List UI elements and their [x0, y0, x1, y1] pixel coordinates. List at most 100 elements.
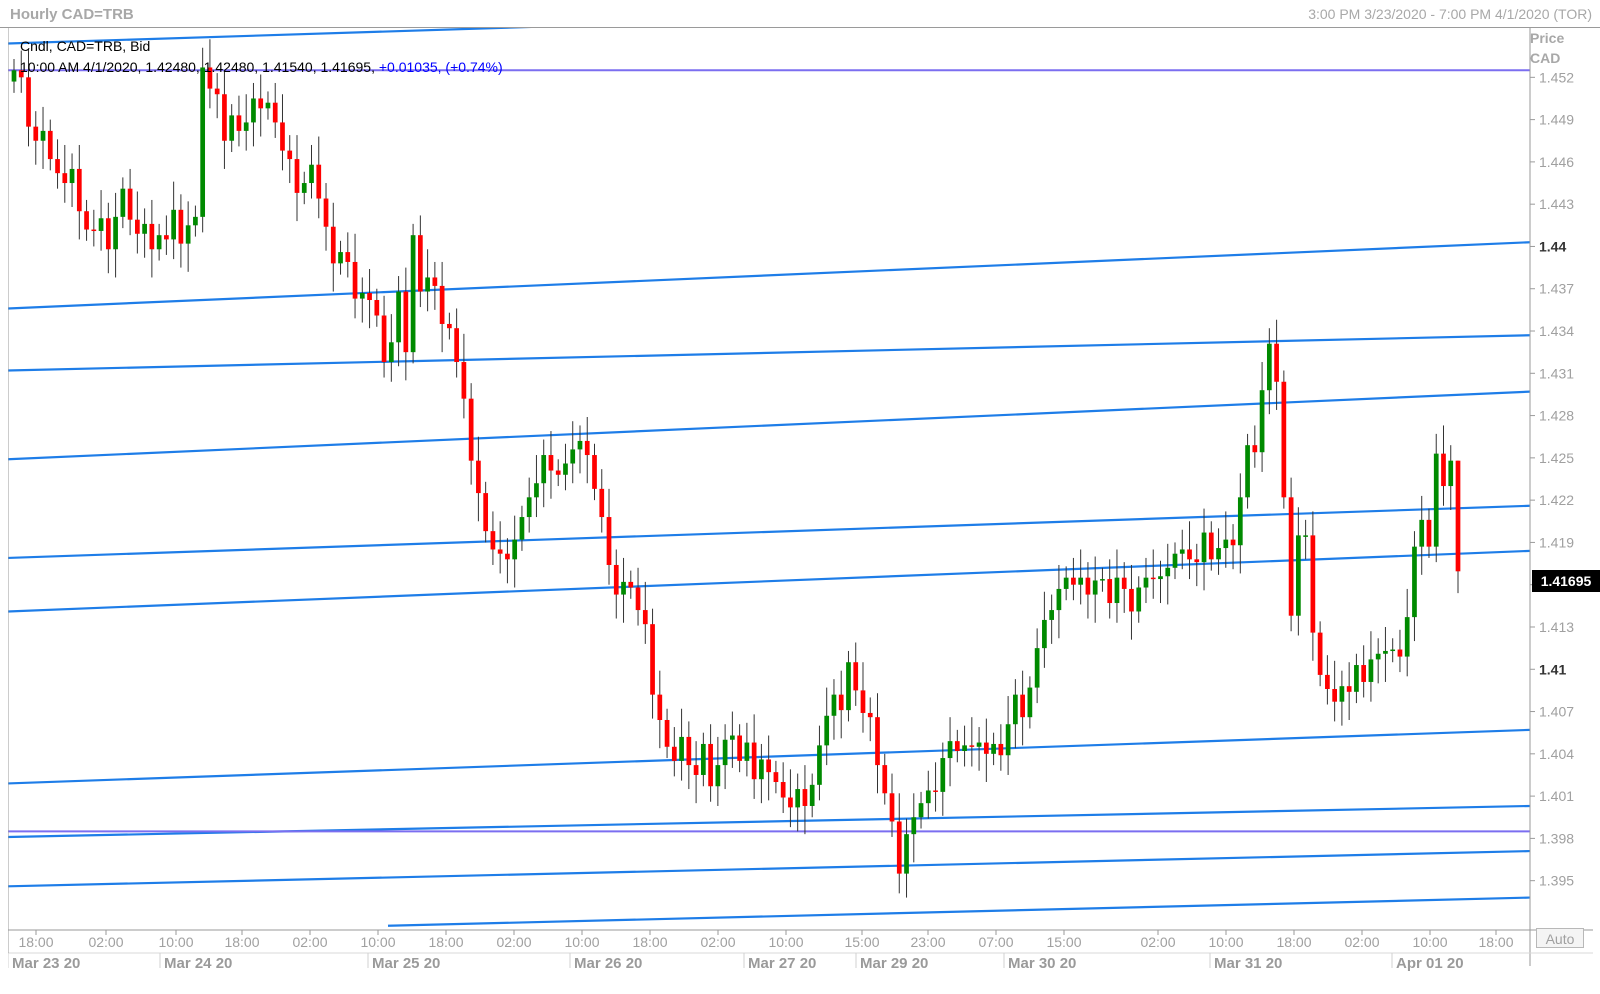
candle-body[interactable]: [91, 229, 97, 232]
candle-body[interactable]: [1455, 460, 1461, 572]
candle-body[interactable]: [1361, 665, 1367, 682]
candle-body[interactable]: [193, 216, 198, 226]
candle-body[interactable]: [875, 717, 880, 766]
candle-body[interactable]: [367, 292, 372, 301]
candle-body[interactable]: [214, 88, 220, 95]
candle-body[interactable]: [853, 662, 859, 691]
candle-body[interactable]: [454, 328, 459, 363]
candle-body[interactable]: [26, 77, 31, 127]
candle-body[interactable]: [860, 690, 866, 713]
candle-body[interactable]: [526, 497, 532, 518]
candle-body[interactable]: [1150, 577, 1156, 580]
candle-body[interactable]: [1078, 577, 1084, 585]
candle-body[interactable]: [817, 745, 822, 785]
candle-body[interactable]: [134, 219, 140, 234]
candle-body[interactable]: [933, 790, 938, 792]
candle-body[interactable]: [947, 741, 953, 759]
candle-body[interactable]: [882, 765, 888, 794]
candle-body[interactable]: [164, 235, 169, 240]
candle-body[interactable]: [265, 102, 271, 109]
candle-body[interactable]: [476, 460, 481, 494]
candle-body[interactable]: [809, 784, 815, 806]
candle-body[interactable]: [251, 98, 256, 123]
candle-body[interactable]: [120, 188, 126, 217]
candle-body[interactable]: [577, 440, 583, 450]
candle-body[interactable]: [185, 225, 191, 244]
candle-body[interactable]: [541, 455, 547, 484]
candle-body[interactable]: [62, 173, 68, 184]
candle-body[interactable]: [1317, 632, 1323, 675]
candle-body[interactable]: [1288, 497, 1294, 616]
candle-body[interactable]: [1165, 567, 1171, 577]
candle-body[interactable]: [388, 342, 394, 363]
trendline[interactable]: [8, 849, 1531, 888]
candle-body[interactable]: [338, 252, 343, 264]
candle-body[interactable]: [222, 94, 227, 141]
candle-body[interactable]: [584, 440, 590, 456]
trendline[interactable]: [8, 390, 1531, 461]
trendline[interactable]: [387, 896, 1531, 927]
candle-body[interactable]: [11, 70, 17, 82]
candle-body[interactable]: [1179, 549, 1185, 554]
candle-body[interactable]: [309, 164, 314, 184]
candle-body[interactable]: [1114, 577, 1120, 604]
candle-body[interactable]: [236, 115, 242, 131]
candle-body[interactable]: [1020, 694, 1025, 718]
candle-body[interactable]: [1013, 694, 1018, 725]
candle-body[interactable]: [802, 789, 808, 806]
candle-body[interactable]: [374, 300, 380, 316]
candle-body[interactable]: [1281, 381, 1287, 498]
candle-body[interactable]: [1252, 445, 1258, 453]
candle-body[interactable]: [1259, 390, 1265, 453]
candle-body[interactable]: [272, 102, 278, 123]
candle-body[interactable]: [1368, 659, 1374, 682]
candle-body[interactable]: [613, 564, 619, 595]
candle-body[interactable]: [708, 743, 713, 787]
candle-body[interactable]: [824, 715, 830, 746]
candle-body[interactable]: [904, 834, 909, 874]
candle-body[interactable]: [925, 790, 931, 804]
candle-body[interactable]: [954, 741, 960, 752]
candle-body[interactable]: [635, 587, 641, 611]
candle-body[interactable]: [1056, 588, 1062, 611]
candle-body[interactable]: [1412, 546, 1417, 618]
candle-body[interactable]: [867, 712, 873, 718]
candle-body[interactable]: [563, 463, 568, 475]
candle-body[interactable]: [323, 198, 329, 227]
candle-body[interactable]: [686, 736, 692, 766]
candle-body[interactable]: [1303, 535, 1308, 537]
trendline[interactable]: [8, 504, 1531, 560]
candle-body[interactable]: [1158, 576, 1163, 580]
candle-body[interactable]: [1354, 665, 1359, 692]
candle-body[interactable]: [918, 803, 924, 818]
candle-body[interactable]: [1136, 587, 1142, 612]
candle-body[interactable]: [1433, 453, 1439, 547]
candle-body[interactable]: [998, 743, 1004, 756]
candle-body[interactable]: [642, 610, 648, 625]
candle-body[interactable]: [780, 782, 786, 798]
candle-body[interactable]: [447, 323, 452, 329]
candle-body[interactable]: [1201, 532, 1207, 563]
candle-body[interactable]: [40, 130, 46, 141]
candle-body[interactable]: [889, 793, 895, 822]
candle-body[interactable]: [113, 216, 118, 250]
candle-body[interactable]: [410, 235, 416, 353]
candle-body[interactable]: [1187, 549, 1192, 560]
candle-body[interactable]: [1404, 617, 1410, 657]
candle-body[interactable]: [766, 759, 772, 773]
candle-body[interactable]: [751, 742, 757, 780]
candle-body[interactable]: [330, 226, 336, 264]
candle-body[interactable]: [679, 736, 684, 761]
candle-body[interactable]: [345, 252, 351, 262]
candle-body[interactable]: [483, 493, 489, 532]
candle-body[interactable]: [664, 720, 670, 747]
auto-scale-button[interactable]: Auto: [1536, 928, 1584, 948]
candle-body[interactable]: [1216, 548, 1221, 560]
candle-body[interactable]: [55, 159, 60, 174]
candle-body[interactable]: [700, 743, 706, 775]
candle-body[interactable]: [1208, 532, 1214, 560]
candle-body[interactable]: [359, 292, 365, 299]
candle-body[interactable]: [505, 553, 510, 560]
candle-body[interactable]: [425, 277, 430, 292]
candle-body[interactable]: [1049, 610, 1055, 620]
